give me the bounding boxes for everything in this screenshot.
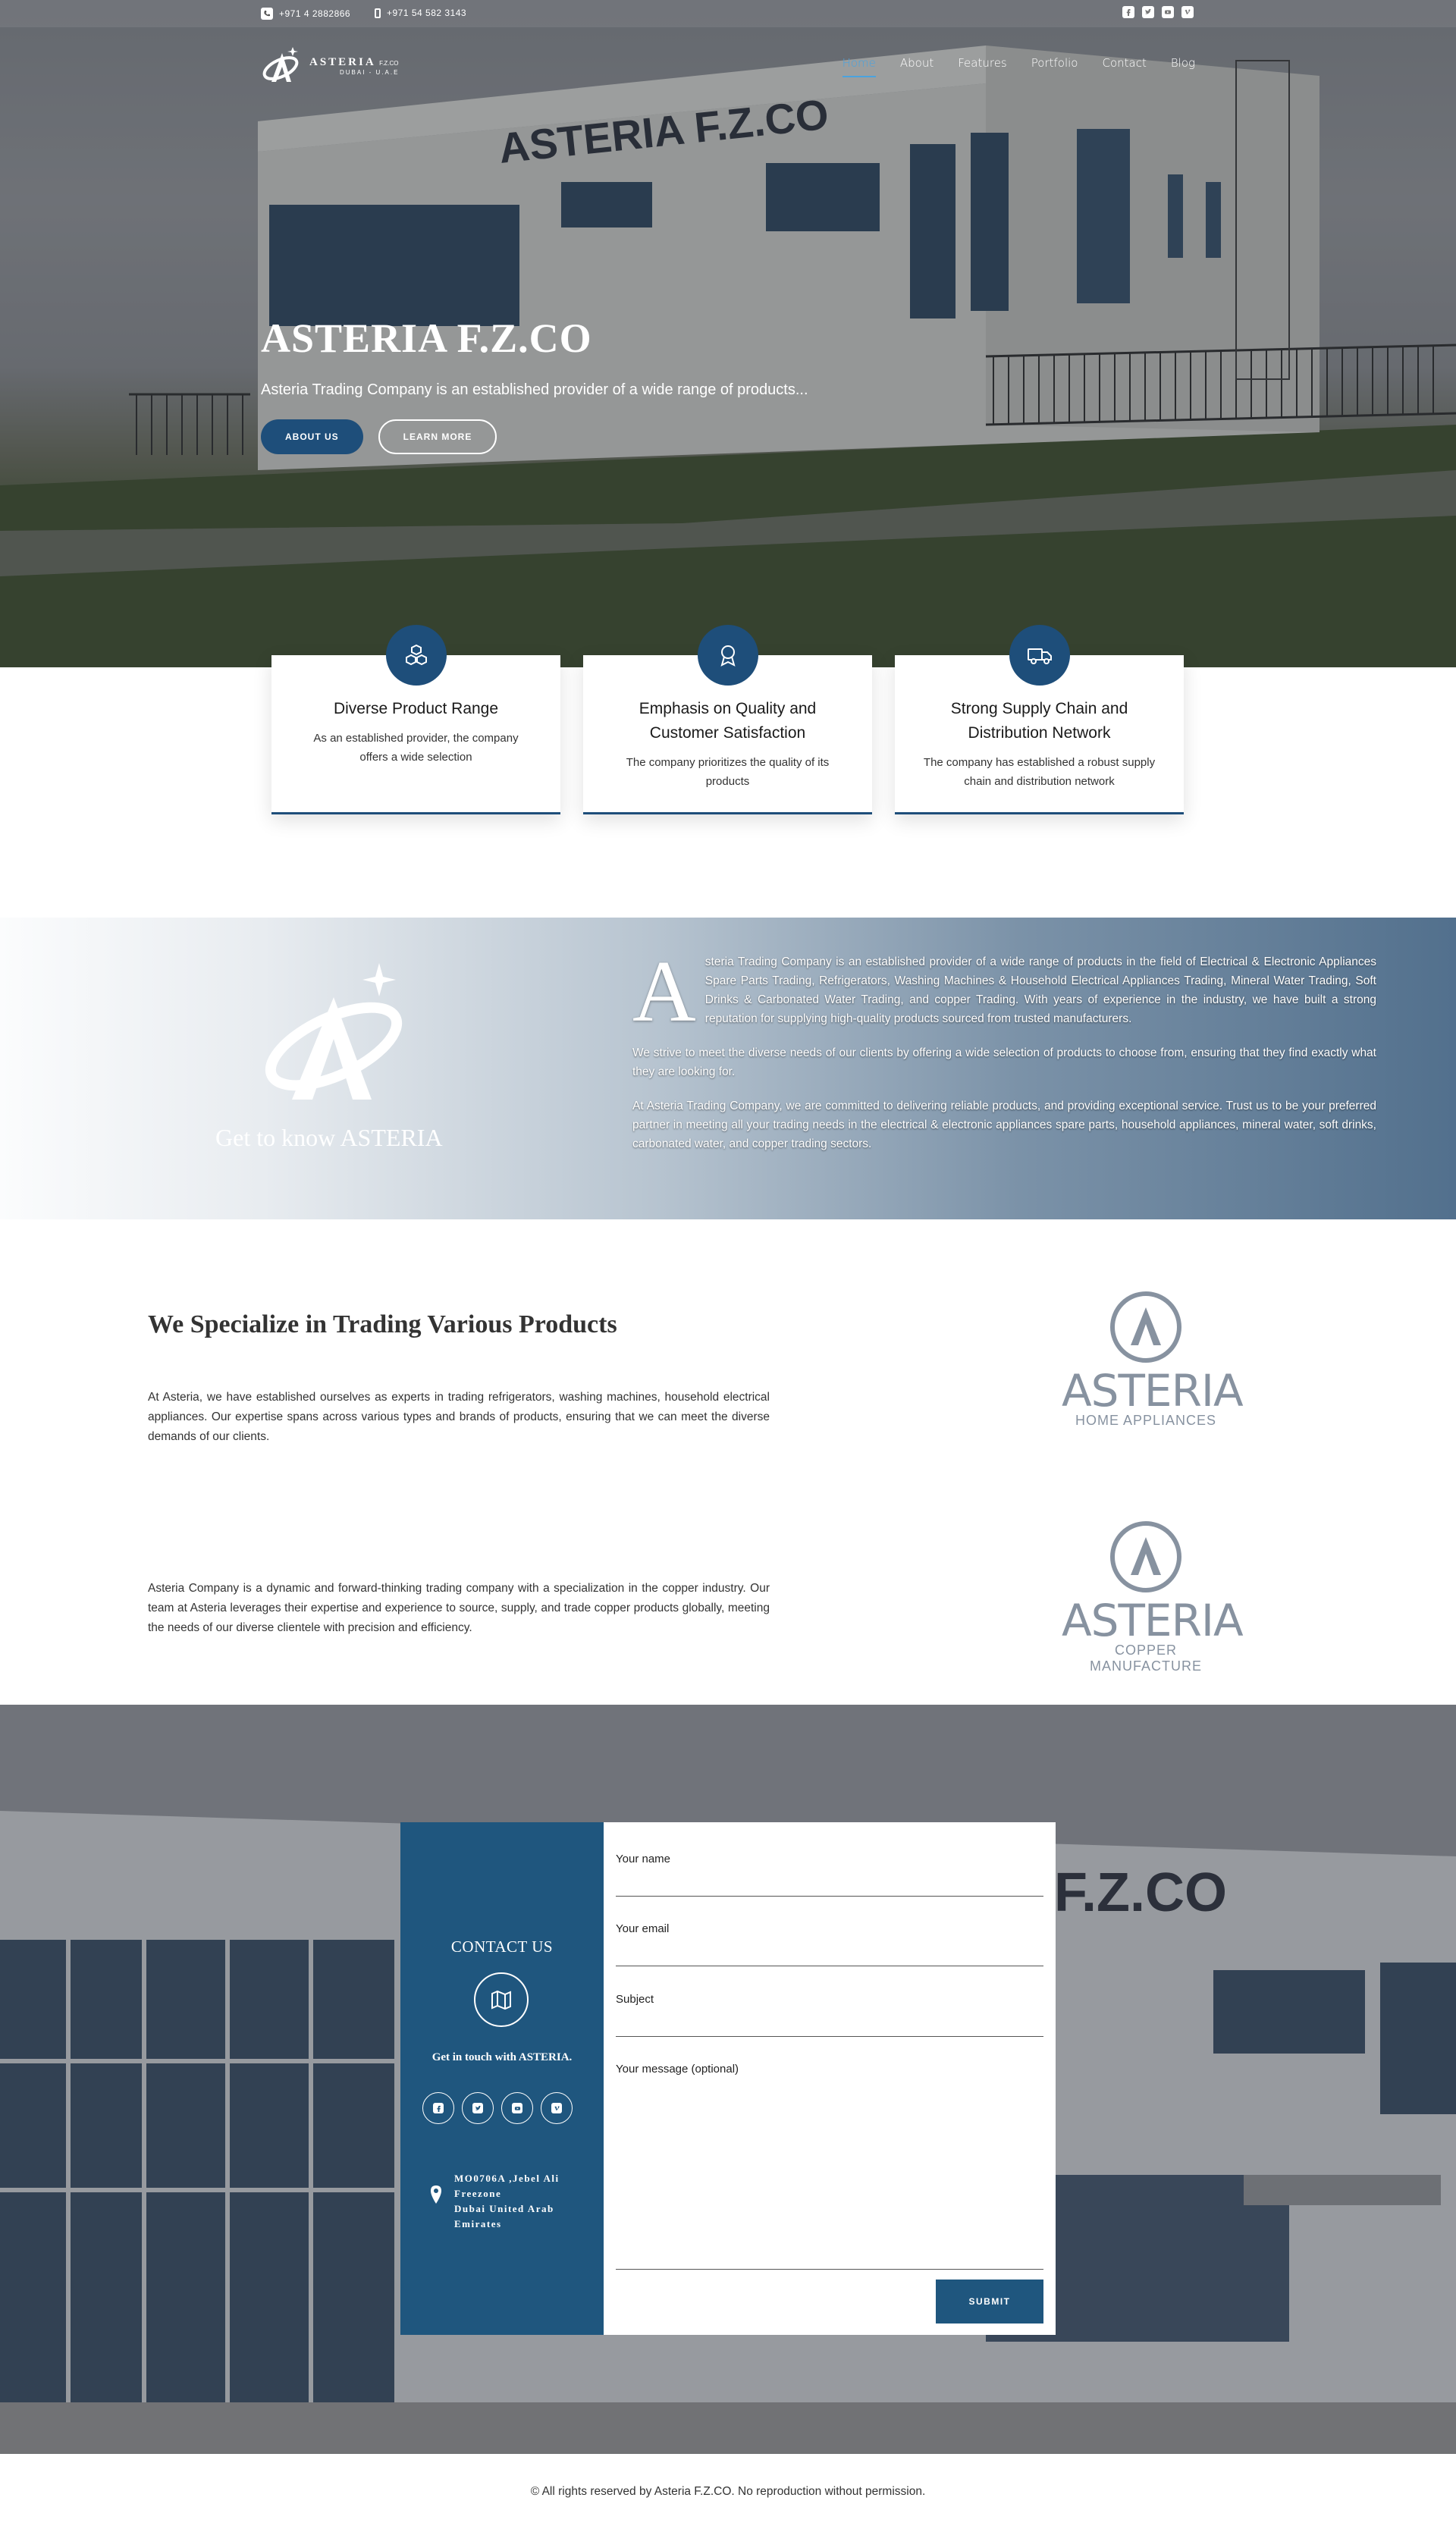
feature-text: As an established provider, the company … (313, 732, 519, 764)
main-nav: Home About Features Portfolio Contact Bl… (842, 56, 1195, 77)
feature-icon-circle (697, 625, 758, 686)
address-line-3: Dubai United Arab (454, 2203, 554, 2214)
asteria-large-emblem-icon (265, 963, 403, 1100)
phone-number-1: +971 4 2882866 (279, 8, 351, 19)
phone-number-2: +971 54 582 3143 (387, 8, 467, 18)
twitter-icon[interactable] (462, 2092, 494, 2124)
specialize-paragraph-2: Asteria Company is a dynamic and forward… (148, 1582, 770, 1634)
contact-card: CONTACT US Get in touch with ASTERIA. MO… (400, 1822, 1056, 2335)
footer: © All rights reserved by Asteria F.Z.CO.… (0, 2454, 1456, 2529)
copyright-text: © All rights reserved by Asteria F.Z.CO.… (530, 2484, 926, 2498)
phone-contact-1[interactable]: +971 4 2882866 (261, 8, 350, 20)
message-textarea[interactable] (616, 2269, 1043, 2270)
name-field[interactable]: Your name (616, 1853, 1043, 1897)
about-heading: Get to know ASTERIA (215, 1124, 443, 1151)
logo-sub-text: DUBAI - U.A.E (340, 68, 400, 76)
nav-item-about[interactable]: About (900, 56, 934, 77)
youtube-icon[interactable] (1162, 6, 1174, 18)
facebook-icon[interactable] (422, 2092, 454, 2124)
message-label: Your message (optional) (616, 2063, 739, 2076)
feature-text: The company has established a robust sup… (923, 756, 1156, 788)
truck-icon (1027, 648, 1052, 664)
youtube-icon[interactable] (501, 2092, 533, 2124)
hero-section: ASTERIA F.Z.CO +971 4 2882866 +971 54 58… (0, 0, 1456, 667)
contact-info-panel: CONTACT US Get in touch with ASTERIA. MO… (400, 1822, 604, 2335)
email-field[interactable]: Your email (616, 1922, 1043, 1966)
vimeo-icon[interactable] (541, 2092, 573, 2124)
features-section: Diverse Product Range As an established … (271, 625, 1185, 814)
specialize-paragraph-1: At Asteria, we have established ourselve… (148, 1391, 770, 1443)
asteria-a-mark-icon (1110, 1291, 1181, 1363)
vimeo-icon[interactable] (1181, 6, 1194, 18)
map-icon (491, 1990, 511, 2010)
contact-tagline: Get in touch with ASTERIA. (431, 2051, 573, 2063)
logo-name: ASTERIA (1062, 1595, 1244, 1646)
feature-title: Strong Supply Chain and Distribution Net… (950, 700, 1128, 742)
contact-social-links (422, 2092, 573, 2124)
phone-icon (261, 8, 273, 20)
boxes-icon (405, 644, 427, 666)
feature-icon-circle (385, 625, 447, 686)
phone-contact-2[interactable]: +971 54 582 3143 (375, 8, 466, 18)
email-label: Your email (616, 1922, 670, 1935)
feature-card: Strong Supply Chain and Distribution Net… (895, 625, 1184, 814)
name-input[interactable] (616, 1896, 1043, 1897)
location-pin-icon (431, 2185, 441, 2204)
logo-brand-text: ASTERIA (309, 55, 376, 68)
subject-input[interactable] (616, 2036, 1043, 2037)
copper-manufacture-logo: ASTERIA COPPER MANUFACTURE (1062, 1519, 1244, 1674)
top-bar: +971 4 2882866 +971 54 582 3143 (0, 0, 1456, 27)
address-line-2: Freezone (454, 2188, 502, 2199)
contact-address: MO0706A ,Jebel Ali Freezone Dubai United… (430, 2171, 560, 2232)
asteria-emblem-icon (262, 47, 299, 82)
mobile-phone-icon (375, 8, 381, 18)
feature-card: Diverse Product Range As an established … (271, 625, 560, 814)
about-paragraph-2: We strive to meet the diverse needs of o… (632, 1046, 1376, 1078)
message-field[interactable]: Your message (optional) (616, 2063, 1043, 2270)
asteria-a-mark-icon (1110, 1521, 1181, 1592)
subject-label: Subject (616, 1993, 654, 2006)
home-appliances-logo: ASTERIA HOME APPLIANCES (1062, 1289, 1244, 1429)
logo-suffix-text: F.Z.CO (379, 59, 399, 67)
nav-item-blog[interactable]: Blog (1171, 56, 1195, 77)
nav-item-portfolio[interactable]: Portfolio (1031, 56, 1078, 77)
address-line-4: Emirates (454, 2218, 502, 2229)
contact-title: CONTACT US (450, 1938, 554, 1956)
about-paragraph-3: At Asteria Trading Company, we are commi… (632, 1100, 1376, 1150)
logo-subtitle: HOME APPLIANCES (1075, 1413, 1217, 1428)
site-logo[interactable]: ASTERIA F.Z.CO DUBAI - U.A.E (261, 44, 399, 86)
name-label: Your name (616, 1853, 670, 1865)
topbar-social-links (1122, 6, 1194, 18)
hero-subtitle: Asteria Trading Company is an establishe… (261, 381, 808, 398)
logo-name: ASTERIA (1062, 1365, 1244, 1417)
feature-title: Emphasis on Quality and Customer Satisfa… (639, 700, 817, 742)
hero-title: ASTERIA F.Z.CO (261, 315, 592, 361)
subject-field[interactable]: Subject (616, 1993, 1043, 2037)
hero-buttons: ABOUT US LEARN MORE (261, 419, 497, 454)
submit-button[interactable]: SUBMIT (936, 2280, 1043, 2323)
map-button[interactable] (474, 1972, 529, 2027)
feature-title: Diverse Product Range (333, 700, 499, 717)
about-section: Get to know ASTERIA A steria Trading Com… (0, 918, 1456, 1219)
nav-item-contact[interactable]: Contact (1102, 56, 1146, 77)
feature-icon-circle (1009, 625, 1070, 686)
about-text-column: A steria Trading Company is an establish… (632, 943, 1376, 1169)
feature-text: The company prioritizes the quality of i… (626, 756, 830, 788)
about-paragraph-1: steria Trading Company is an established… (704, 955, 1376, 1025)
learn-more-button[interactable]: LEARN MORE (378, 419, 497, 454)
award-ribbon-icon (720, 645, 736, 667)
about-dropcap: A (632, 943, 696, 1040)
specialize-title: We Specialize in Trading Various Product… (148, 1310, 617, 1338)
address-line-1: MO0706A ,Jebel Ali (454, 2173, 560, 2184)
twitter-icon[interactable] (1142, 6, 1154, 18)
nav-item-features[interactable]: Features (958, 56, 1007, 77)
about-us-button[interactable]: ABOUT US (261, 419, 363, 454)
nav-item-home[interactable]: Home (842, 56, 876, 77)
main-navbar: ASTERIA F.Z.CO DUBAI - U.A.E Home About … (0, 27, 1456, 103)
feature-card: Emphasis on Quality and Customer Satisfa… (583, 625, 872, 814)
contact-form: Your name Your email Subject Your messag… (604, 1822, 1056, 2335)
logo-subtitle: COPPER MANUFACTURE (1089, 1643, 1202, 1674)
facebook-icon[interactable] (1122, 6, 1134, 18)
